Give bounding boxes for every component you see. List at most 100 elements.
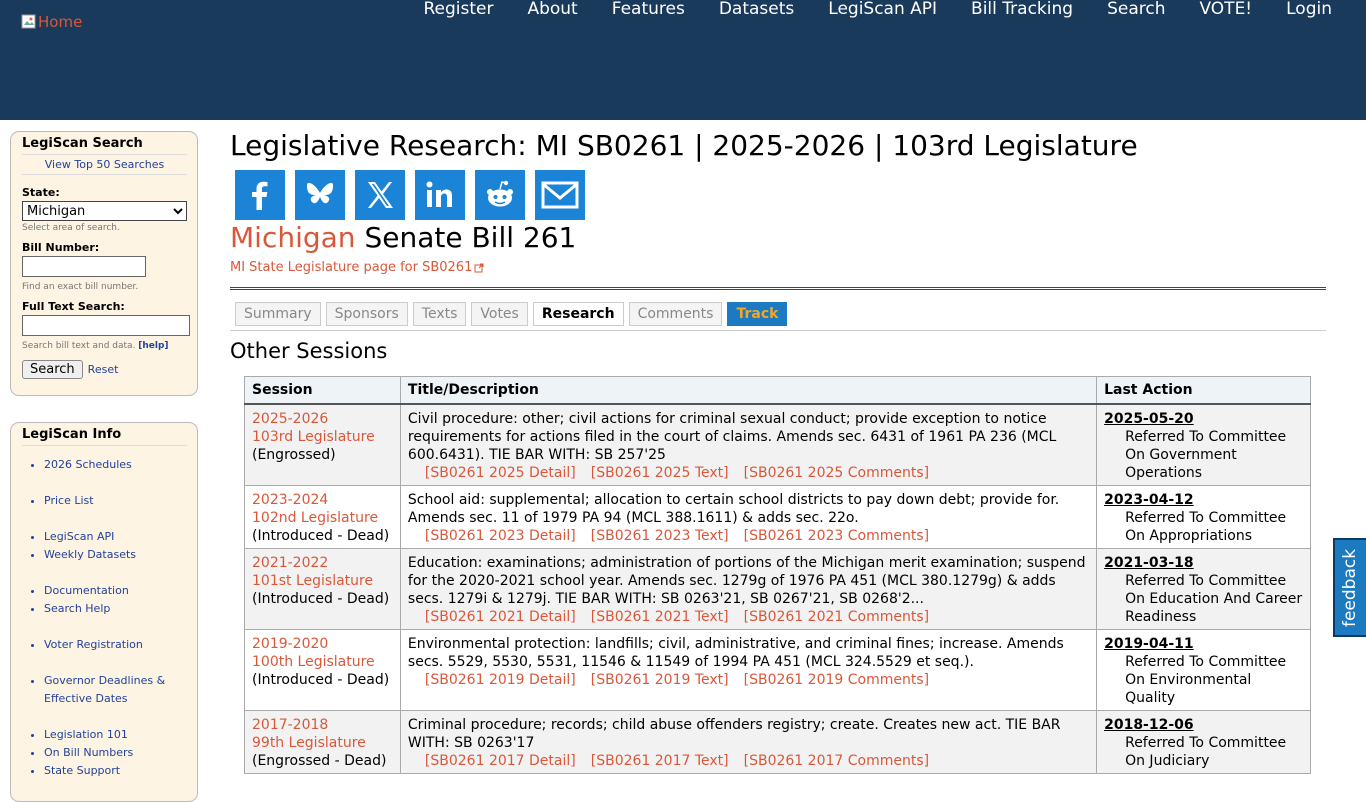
nav-legiscan-api[interactable]: LegiScan API bbox=[828, 0, 937, 22]
tab-texts[interactable]: Texts bbox=[412, 302, 467, 326]
share-bluesky-button[interactable] bbox=[295, 170, 345, 220]
nav-about[interactable]: About bbox=[527, 0, 577, 22]
info-link-governor-deadlines[interactable]: Governor Deadlines & Effective Dates bbox=[44, 674, 165, 705]
info-panel-title: LegiScan Info bbox=[22, 427, 187, 446]
last-action-text: Referred To Committee On Education And C… bbox=[1125, 573, 1303, 625]
share-facebook-button[interactable] bbox=[235, 170, 285, 220]
session-years-link[interactable]: 2021-2022 bbox=[252, 555, 328, 571]
feedback-tab[interactable]: feedback bbox=[1333, 538, 1366, 637]
description-text: Education: examinations; administration … bbox=[407, 555, 1086, 607]
last-action-date: 2025-05-20 bbox=[1104, 411, 1194, 427]
top50-link[interactable]: View Top 50 Searches bbox=[22, 158, 187, 175]
home-logo-link[interactable]: Home bbox=[21, 13, 82, 31]
session-legislature-link[interactable]: 99th Legislature bbox=[252, 735, 366, 751]
comments-link[interactable]: [SB0261 2021 Comments] bbox=[744, 609, 929, 625]
info-panel: LegiScan Info 2026 Schedules Price List … bbox=[10, 422, 198, 802]
text-link[interactable]: [SB0261 2023 Text] bbox=[591, 528, 729, 544]
comments-link[interactable]: [SB0261 2023 Comments] bbox=[744, 528, 929, 544]
session-legislature-link[interactable]: 103rd Legislature bbox=[252, 429, 375, 445]
description-cell: Environmental protection: landfills; civ… bbox=[399, 629, 1098, 711]
session-status: (Introduced - Dead) bbox=[252, 672, 390, 688]
tab-track[interactable]: Track bbox=[727, 302, 788, 326]
share-x-button[interactable] bbox=[355, 170, 405, 220]
text-link[interactable]: [SB0261 2019 Text] bbox=[591, 672, 729, 688]
bill-number-input[interactable] bbox=[22, 256, 146, 277]
info-link-documentation[interactable]: Documentation bbox=[44, 584, 129, 597]
comments-link[interactable]: [SB0261 2025 Comments] bbox=[744, 465, 929, 481]
description-text: Environmental protection: landfills; civ… bbox=[407, 636, 1064, 670]
info-link-price-list[interactable]: Price List bbox=[44, 494, 94, 507]
tab-sponsors[interactable]: Sponsors bbox=[325, 302, 408, 326]
info-link-datasets[interactable]: Weekly Datasets bbox=[44, 548, 136, 561]
nav-datasets[interactable]: Datasets bbox=[719, 0, 794, 22]
reset-link[interactable]: Reset bbox=[88, 363, 119, 376]
nav-login[interactable]: Login bbox=[1286, 0, 1332, 22]
share-linkedin-button[interactable] bbox=[415, 170, 465, 220]
info-link-state-support[interactable]: State Support bbox=[44, 764, 120, 777]
row-links: [SB0261 2025 Detail] [SB0261 2025 Text] [S… bbox=[408, 464, 1089, 482]
info-link-schedules[interactable]: 2026 Schedules bbox=[44, 458, 132, 471]
nav-features[interactable]: Features bbox=[612, 0, 685, 22]
detail-link[interactable]: [SB0261 2017 Detail] bbox=[425, 753, 576, 769]
text-link[interactable]: [SB0261 2017 Text] bbox=[591, 753, 729, 769]
share-reddit-button[interactable] bbox=[475, 170, 525, 220]
search-panel-title: LegiScan Search bbox=[22, 136, 187, 155]
session-years-link[interactable]: 2023-2024 bbox=[252, 492, 328, 508]
full-text-hint: Search bill text and data. bbox=[22, 341, 136, 351]
session-status: (Introduced - Dead) bbox=[252, 591, 390, 607]
last-action-date: 2019-04-11 bbox=[1104, 636, 1194, 652]
description-cell: Criminal procedure; records; child abuse… bbox=[399, 710, 1098, 774]
state-select[interactable]: Michigan bbox=[22, 201, 187, 221]
text-link[interactable]: [SB0261 2025 Text] bbox=[591, 465, 729, 481]
description-cell: Education: examinations; administration … bbox=[399, 548, 1098, 630]
nav-bill-tracking[interactable]: Bill Tracking bbox=[971, 0, 1073, 22]
detail-link[interactable]: [SB0261 2025 Detail] bbox=[425, 465, 576, 481]
tab-research[interactable]: Research bbox=[532, 302, 624, 326]
detail-link[interactable]: [SB0261 2023 Detail] bbox=[425, 528, 576, 544]
tab-votes[interactable]: Votes bbox=[471, 302, 528, 326]
nav-vote[interactable]: VOTE! bbox=[1199, 0, 1252, 22]
session-years-link[interactable]: 2025-2026 bbox=[252, 411, 328, 427]
home-logo-alt: Home bbox=[38, 13, 83, 31]
table-row: 2017-2018 99th Legislature (Engrossed - De… bbox=[244, 710, 1311, 774]
detail-link[interactable]: [SB0261 2019 Detail] bbox=[425, 672, 576, 688]
session-cell: 2019-2020 100th Legislature (Introduced - … bbox=[244, 629, 401, 711]
nav-search[interactable]: Search bbox=[1107, 0, 1165, 22]
session-legislature-link[interactable]: 100th Legislature bbox=[252, 654, 375, 670]
info-link-search-help[interactable]: Search Help bbox=[44, 602, 110, 615]
help-link[interactable]: [help] bbox=[138, 341, 168, 351]
session-years-link[interactable]: 2017-2018 bbox=[252, 717, 328, 733]
detail-link[interactable]: [SB0261 2021 Detail] bbox=[425, 609, 576, 625]
last-action-date: 2018-12-06 bbox=[1104, 717, 1194, 733]
info-link-api[interactable]: LegiScan API bbox=[44, 530, 114, 543]
table-row: 2025-2026 103rd Legislature (Engrossed) Ci… bbox=[244, 403, 1311, 486]
last-action-cell: 2021-03-18 Referred To Committee On Educa… bbox=[1096, 548, 1311, 630]
bill-number-label: Bill Number: bbox=[22, 241, 100, 254]
session-legislature-link[interactable]: 101st Legislature bbox=[252, 573, 373, 589]
email-icon bbox=[541, 181, 579, 209]
info-item: Weekly Datasets bbox=[44, 546, 197, 564]
linkedin-icon bbox=[426, 181, 452, 207]
tab-summary[interactable]: Summary bbox=[235, 302, 321, 326]
session-status: (Engrossed - Dead) bbox=[252, 753, 387, 769]
session-status: (Introduced - Dead) bbox=[252, 528, 390, 544]
info-item: Voter Registration bbox=[44, 636, 197, 654]
info-link-bill-numbers[interactable]: On Bill Numbers bbox=[44, 746, 133, 759]
session-years-link[interactable]: 2019-2020 bbox=[252, 636, 328, 652]
bill-tabs: Summary Sponsors Texts Votes Research Co… bbox=[235, 302, 1326, 326]
page-title: Legislative Research: MI SB0261 | 2025-2… bbox=[230, 129, 1138, 162]
nav-register[interactable]: Register bbox=[423, 0, 493, 22]
session-legislature-link[interactable]: 102nd Legislature bbox=[252, 510, 378, 526]
comments-link[interactable]: [SB0261 2019 Comments] bbox=[744, 672, 929, 688]
full-text-input[interactable] bbox=[22, 315, 190, 336]
share-email-button[interactable] bbox=[535, 170, 585, 220]
info-link-voter-registration[interactable]: Voter Registration bbox=[44, 638, 143, 651]
search-button[interactable]: Search bbox=[22, 360, 83, 379]
info-link-legislation-101[interactable]: Legislation 101 bbox=[44, 728, 128, 741]
search-panel: LegiScan Search View Top 50 Searches Sta… bbox=[10, 131, 198, 396]
state-legislature-link[interactable]: MI State Legislature page for SB0261 bbox=[230, 260, 484, 275]
share-row bbox=[235, 170, 1326, 220]
tab-comments[interactable]: Comments bbox=[628, 302, 723, 326]
text-link[interactable]: [SB0261 2021 Text] bbox=[591, 609, 729, 625]
comments-link[interactable]: [SB0261 2017 Comments] bbox=[744, 753, 929, 769]
